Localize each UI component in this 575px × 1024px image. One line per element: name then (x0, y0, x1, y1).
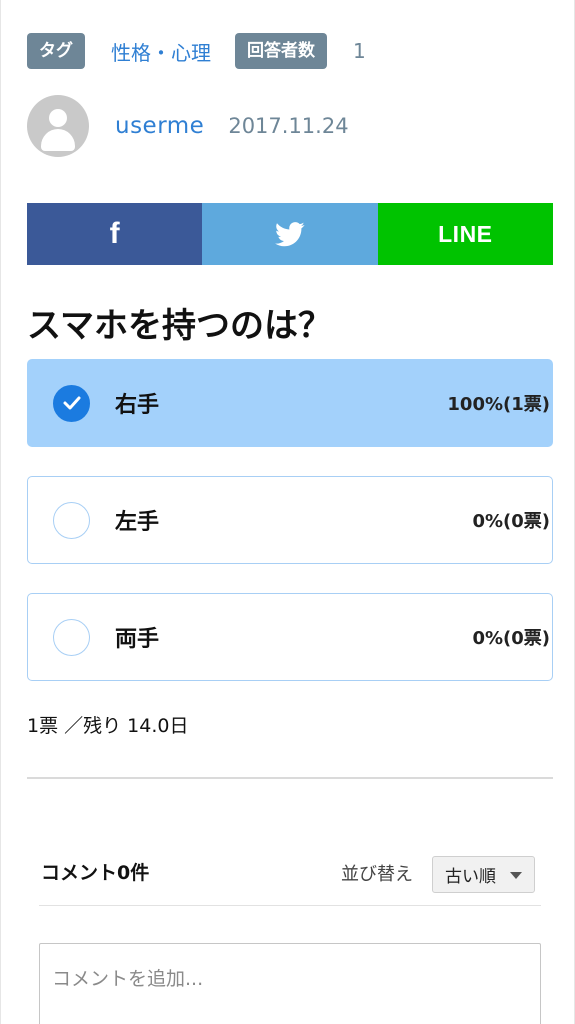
option-label: 両手 (115, 627, 160, 652)
post-date: 2017.11.24 (228, 114, 349, 138)
radio-checked-icon[interactable] (53, 384, 90, 422)
comment-input[interactable] (39, 943, 541, 1024)
respondents-count: 1 (353, 39, 366, 63)
sort-label: 並び替え (341, 864, 413, 885)
poll-option[interactable]: 右手 100%(1票) (27, 359, 553, 447)
meta-row: タグ 性格・心理 回答者数 1 (27, 33, 366, 69)
twitter-share-button[interactable] (202, 203, 378, 265)
divider (27, 777, 553, 779)
option-result: 0%(0票) (472, 628, 550, 649)
option-result: 100%(1票) (447, 394, 550, 415)
tag-link[interactable]: 性格・心理 (111, 37, 211, 66)
poll-question: スマホを持つのは？ (27, 306, 332, 346)
facebook-share-button[interactable]: f (27, 203, 203, 265)
option-label: 左手 (115, 510, 160, 535)
sort-dropdown[interactable]: 古い順 (432, 856, 535, 893)
radio-empty-icon[interactable] (53, 618, 90, 656)
comments-count-title: コメント0件 (41, 862, 150, 884)
sort-value: 古い順 (445, 867, 496, 887)
respondents-badge: 回答者数 (235, 33, 327, 69)
comments-header: コメント0件 並び替え 古い順 (39, 852, 541, 906)
username-link[interactable]: userme (115, 113, 204, 139)
avatar[interactable] (27, 95, 89, 157)
facebook-icon: f (109, 217, 120, 250)
avatar-body-icon (41, 129, 75, 151)
caret-down-icon (510, 872, 522, 879)
checkmark-icon (63, 396, 80, 410)
line-label: LINE (438, 220, 493, 247)
tag-badge: タグ (27, 33, 85, 69)
twitter-bird-icon (274, 221, 305, 246)
radio-empty-icon[interactable] (53, 501, 90, 539)
vote-summary: 1票 ／残り 14.0日 (27, 715, 189, 737)
avatar-head-icon (49, 109, 67, 127)
share-bar: f LINE (27, 203, 553, 265)
poll-option[interactable]: 両手 0%(0票) (27, 593, 553, 681)
option-result: 0%(0票) (472, 511, 550, 532)
poll-option[interactable]: 左手 0%(0票) (27, 476, 553, 564)
line-share-button[interactable]: LINE (377, 203, 553, 265)
author-row: userme 2017.11.24 (27, 95, 349, 157)
option-label: 右手 (115, 393, 160, 418)
